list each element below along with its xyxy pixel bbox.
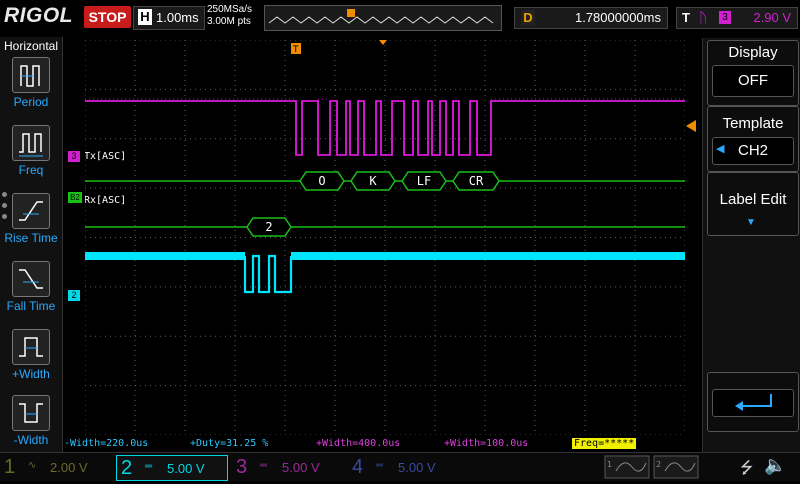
waveform-display[interactable]: T O K LF CR 2 Tx[ASC] Rx[ASC] xyxy=(84,39,686,436)
tx-decode-byte: LF xyxy=(417,174,431,188)
measure-plus-width-result-2: +Width=100.0us xyxy=(444,438,529,449)
waveform-generator-status[interactable]: 1 2 xyxy=(604,455,704,479)
bus-label-menu: Display OFF Template CH2 ◀ Label Edit ▼ xyxy=(702,38,800,452)
rx-decode-bus: 2 xyxy=(246,217,292,237)
rise-time-label: Rise Time xyxy=(4,231,58,245)
trigger-box[interactable]: T ᚢ 3 2.90 V xyxy=(676,7,798,29)
measure-rise-time[interactable]: Rise Time xyxy=(0,193,62,259)
top-status-bar: RIGOL STOP H 1.00ms 250MSa/s 3.00M pts D… xyxy=(0,0,800,36)
template-left-arrow-icon: ◀ xyxy=(716,143,725,155)
freq-icon xyxy=(12,125,50,161)
ch4-coupling-icon: ═ xyxy=(376,460,384,471)
ch3-waveform xyxy=(85,98,685,156)
template-label: Template xyxy=(722,115,784,132)
measure-minus-width-result: -Width=220.0us xyxy=(64,438,149,449)
fall-time-label: Fall Time xyxy=(6,299,56,313)
horizontal-measure-menu: Horizontal Period Freq Rise Time Fall Ti… xyxy=(0,37,63,452)
ch4-scale: 5.00 V xyxy=(398,460,436,475)
ch3-number: 3 xyxy=(236,456,248,478)
timebase-label: H xyxy=(138,9,152,25)
ch2-number: 2 xyxy=(121,457,133,479)
plus-width-label: +Width xyxy=(12,367,50,381)
trigger-position-marker xyxy=(347,9,355,17)
svg-text:T: T xyxy=(292,45,299,55)
display-button[interactable]: Display OFF xyxy=(707,40,799,106)
period-icon xyxy=(12,57,50,93)
ch3-scale: 5.00 V xyxy=(282,460,320,475)
sample-rate: 250MSa/s xyxy=(207,4,253,15)
display-label: Display xyxy=(728,44,778,61)
ch3-ground-marker[interactable]: 3 xyxy=(68,151,80,162)
rx-label: Rx[ASC] xyxy=(85,195,126,206)
ch1-status[interactable]: 1 ∿ 2.00 V xyxy=(0,455,115,479)
return-icon xyxy=(712,389,794,417)
delay-box[interactable]: D 1.78000000ms xyxy=(514,7,668,29)
measure-fall-time[interactable]: Fall Time xyxy=(0,261,62,327)
rigol-logo: RIGOL xyxy=(4,4,73,27)
freq-label: Freq xyxy=(18,163,44,177)
delay-label: D xyxy=(521,10,535,26)
rx-decode-byte: 2 xyxy=(265,220,272,234)
trigger-source: 3 xyxy=(719,11,731,24)
sampling-info: 250MSa/s 3.00M pts xyxy=(207,4,252,28)
display-value: OFF xyxy=(712,65,794,97)
rise-time-icon xyxy=(12,193,50,229)
ch3-coupling-icon: ═ xyxy=(260,460,268,471)
gen1-icon: 1 xyxy=(607,460,612,469)
tx-decode-byte: CR xyxy=(469,174,484,188)
ch1-coupling-icon: ∿ xyxy=(28,460,37,471)
ch2-scale: 5.00 V xyxy=(167,461,205,476)
trigger-label: T xyxy=(682,10,690,25)
speaker-mute-icon[interactable]: 🔈 xyxy=(764,455,786,476)
ch4-number: 4 xyxy=(352,456,364,478)
ch4-status[interactable]: 4 ═ 5.00 V xyxy=(348,455,463,479)
trigger-level-marker[interactable] xyxy=(686,120,698,132)
measure-period[interactable]: Period xyxy=(0,57,62,123)
template-button[interactable]: Template CH2 ◀ xyxy=(707,106,799,172)
minus-width-label: -Width xyxy=(13,433,49,447)
trigger-time-marker: T xyxy=(291,43,301,55)
fall-time-icon xyxy=(12,261,50,297)
tx-decode-byte: K xyxy=(369,174,377,188)
measurement-results: -Width=220.0us +Duty=31.25 % +Width=400.… xyxy=(64,437,700,451)
timebase-value: 1.00ms xyxy=(156,10,199,25)
timebase-box[interactable]: H 1.00ms xyxy=(133,6,205,30)
measure-plus-width-result-1: +Width=400.0us xyxy=(316,438,401,449)
period-label: Period xyxy=(13,95,49,109)
minus-width-icon xyxy=(12,395,50,431)
measure-duty-result: +Duty=31.25 % xyxy=(190,438,269,449)
falling-edge-icon: ᚢ xyxy=(699,9,708,25)
measure-freq-result: Freq=***** xyxy=(572,438,637,449)
label-edit-button[interactable]: Label Edit ▼ xyxy=(707,172,799,236)
measure-plus-width[interactable]: +Width xyxy=(0,329,62,395)
ch2-coupling-icon: ═ xyxy=(145,461,153,472)
measure-freq[interactable]: Freq xyxy=(0,125,62,191)
delay-value: 1.78000000ms xyxy=(574,10,661,25)
run-stop-status[interactable]: STOP xyxy=(84,6,131,28)
tx-label: Tx[ASC] xyxy=(85,151,126,162)
tx-decode-byte: O xyxy=(318,174,325,188)
memory-depth: 3.00M pts xyxy=(207,16,251,27)
ch3-status[interactable]: 3 ═ 5.00 V xyxy=(232,455,347,479)
ch1-scale: 2.00 V xyxy=(50,460,88,475)
trigger-level: 2.90 V xyxy=(753,10,791,25)
bus-marker[interactable]: B2 xyxy=(68,192,82,203)
return-button[interactable] xyxy=(707,372,799,432)
label-edit-down-arrow-icon: ▼ xyxy=(746,217,756,228)
channel-status-bar: 1 ∿ 2.00 V 2 ═ 5.00 V 3 ═ 5.00 V 4 ═ 5.0… xyxy=(0,452,800,481)
memory-overview[interactable] xyxy=(264,5,502,31)
waveform-svg: T O K LF CR 2 Tx[ASC] Rx[ASC] xyxy=(84,39,686,436)
gen2-icon: 2 xyxy=(656,460,661,469)
label-edit-label: Label Edit xyxy=(719,191,787,208)
center-marker-icon xyxy=(379,40,387,45)
ch2-status[interactable]: 2 ═ 5.00 V xyxy=(116,455,228,481)
menu-title: Horizontal xyxy=(3,39,59,53)
ch2-ground-marker[interactable]: 2 xyxy=(68,290,80,301)
plus-width-icon xyxy=(12,329,50,365)
ch1-number: 1 xyxy=(4,456,16,478)
memory-waveform-overview xyxy=(268,9,494,24)
